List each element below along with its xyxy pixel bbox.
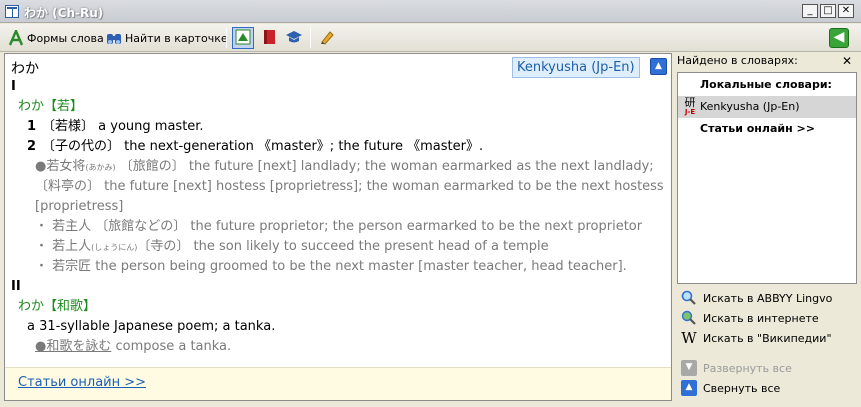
dictionary-list: Локальные словари: 研 J-E Kenkyusha (Jp-E… [677,72,857,284]
example-phrase: ・ 若主人 [35,219,92,234]
search-internet-button[interactable]: Искать в интернете [681,309,819,327]
chevron-up-icon: ▲ [681,380,697,396]
title-bar: わか (Ch-Ru) _ □ ✕ [0,0,861,23]
word-forms-label: Формы слова [27,31,104,45]
example-phrase: ・ 若上人 [35,239,92,254]
education-button[interactable] [283,27,305,49]
online-articles-link[interactable]: Статьи онлайн >> [18,375,146,390]
collapse-article-button[interactable]: ▲ [650,58,667,75]
dictionary-icon-label: J-E [684,108,696,116]
example: ●和歌を詠む compose a tanka. [5,337,671,357]
example: ・ 若宗匠 the person being groomed to be the… [5,257,671,277]
example-translation: 〔料亭の〕 the future [next] hostess [proprie… [35,179,664,194]
example-translation: [proprietress] [35,199,124,214]
word-forms-button[interactable]: Формы слова [8,27,104,49]
example-translation: the person being groomed to be the next … [95,259,627,274]
example-phrase: ●和歌を詠む [35,339,112,354]
sense: 2 〔子の代の〕 the next-generation 《master》; th… [5,137,671,157]
sense-number: 2 [27,139,37,154]
dictionary-badge[interactable]: Kenkyusha (Jp-En) [512,57,640,78]
magnifier-icon [681,290,697,306]
back-arrow-icon: ◀ [833,29,845,45]
toolbar-separator [226,28,227,48]
dictionary-button[interactable] [258,27,280,49]
collapse-all-label: Свернуть все [703,381,781,395]
local-dictionaries-heading: Локальные словари: [700,78,832,91]
example: ・ 若上人(しょうにん)〔寺の〕 the son likely to succe… [5,237,671,257]
dictionary-item-label: Kenkyusha (Jp-En) [700,100,800,113]
card-view-button[interactable] [232,27,254,49]
example-ruby: (しょうにん) [91,243,138,252]
toolbar-separator-2 [310,28,311,48]
pencil-icon [319,29,335,48]
found-in-dictionaries-header: Найдено в словарях: ✕ [677,54,856,71]
minimize-button[interactable]: _ [802,4,818,18]
sense-text: 〔若様〕 a young master. [42,119,204,134]
search-lingvo-button[interactable]: Искать в ABBYY Lingvo [681,289,832,307]
found-in-dictionaries-label: Найдено в словарях: [677,54,798,67]
entry-head: わか【若】 [18,99,84,114]
wikipedia-icon: W [681,329,697,347]
example-translation: 〔寺の〕 the son likely to succeed the prese… [137,239,549,254]
example-ruby: (あかみ) [85,163,116,172]
example-phrase: ・ 若宗匠 [35,259,92,274]
binoculars-icon [106,30,122,46]
card-view-icon [235,29,251,48]
word-forms-icon [8,27,24,46]
sense-text: a 31-syllable Japanese poem; a tanka. [27,319,276,334]
toolbar: Формы слова Найти в карточке ◀ [0,24,861,52]
example-phrase: ●若女将 [35,159,86,174]
sense: 1 〔若様〕 a young master. [5,117,671,137]
globe-search-icon [681,310,697,326]
book-icon [261,29,277,48]
dictionary-je-icon: 研 J-E [682,97,698,117]
entry-content: I わか【若】 1 〔若様〕 a young master. 2 〔子の代の〕 th… [5,77,671,357]
expand-all-label: Развернуть все [703,361,792,375]
sense: a 31-syllable Japanese poem; a tanka. [5,317,671,337]
search-wikipedia-label: Искать в "Википедии" [703,331,832,345]
expand-all-button[interactable]: ▼ Развернуть все [681,359,792,377]
pronounce-button[interactable] [316,27,338,49]
sense-text: 〔子の代の〕 the next-generation 《master》; the… [42,139,484,154]
maximize-button[interactable]: □ [820,4,836,18]
example: 〔料亭の〕 the future [next] hostess [proprie… [5,177,671,197]
sense-number: 1 [27,119,37,134]
app-icon [5,5,19,18]
example: [proprietress] [5,197,671,217]
dictionary-item-kenkyusha[interactable]: 研 J-E Kenkyusha (Jp-En) [678,96,856,118]
sidebar-close-icon[interactable]: ✕ [842,54,852,68]
example: ●若女将(あかみ) 〔旅館の〕 the future [next] landla… [5,157,671,177]
headword: わか [11,61,39,77]
find-in-card-button[interactable]: Найти в карточке [106,27,228,49]
example-translation: 〔旅館の〕 the future [next] landlady; the wo… [119,159,654,174]
window-title: わか (Ch-Ru) [24,6,104,20]
chevron-up-icon: ▲ [655,61,662,71]
collapse-all-button[interactable]: ▲ Свернуть все [681,379,780,397]
example: ・ 若主人 〔旅館などの〕 the future proprietor; the… [5,217,671,237]
entry-roman-numeral: I [11,79,16,94]
search-lingvo-label: Искать в ABBYY Lingvo [703,291,833,305]
entry-head: わか【和歌】 [18,299,97,314]
online-articles-bar: Статьи онлайн >> [5,367,671,400]
example-translation: compose a tanka. [115,339,232,354]
search-wikipedia-button[interactable]: W Искать в "Википедии" [681,329,832,347]
entry-roman-numeral: II [11,279,21,294]
find-in-card-label: Найти в карточке [125,31,228,45]
search-internet-label: Искать в интернете [703,311,819,325]
example-translation: 〔旅館などの〕 the future proprietor; the perso… [95,219,643,234]
sidebar-online-articles-link[interactable]: Статьи онлайн >> [678,118,856,140]
article-panel: わか Kenkyusha (Jp-En) ▲ I わか【若】 1 〔若様〕 a y… [4,53,672,401]
chevron-down-icon: ▼ [681,360,697,376]
back-button[interactable]: ◀ [829,28,849,48]
graduation-cap-icon [285,29,303,48]
close-button[interactable]: ✕ [838,4,854,18]
